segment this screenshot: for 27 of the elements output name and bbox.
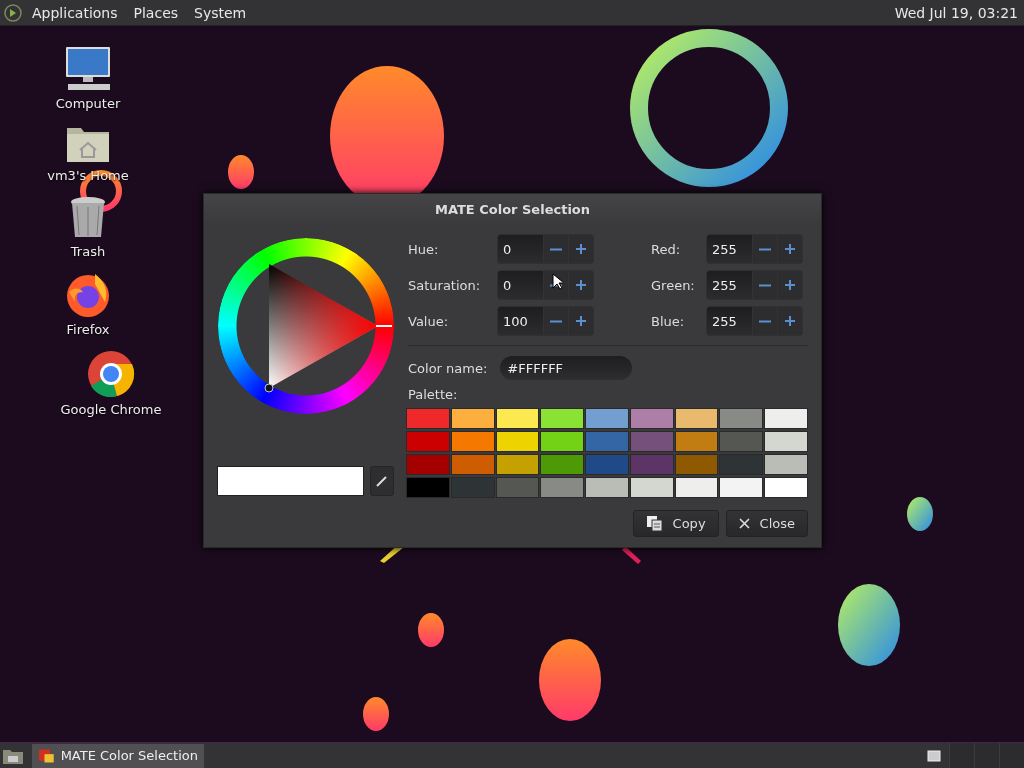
spin-field[interactable]: 0 xyxy=(497,270,594,300)
panel-menu[interactable]: Applications xyxy=(26,4,124,21)
field-label: Red: xyxy=(651,241,682,257)
field-label: Color name: xyxy=(408,360,488,376)
taskbar-button[interactable]: MATE Color Selection xyxy=(32,743,204,768)
spin-field[interactable]: 0 xyxy=(497,234,594,264)
field-label: Hue: xyxy=(408,241,440,257)
field-label: Green: xyxy=(651,277,696,293)
palette-label: Palette: xyxy=(408,387,459,402)
clock[interactable]: Wed Jul 19, 03:21 xyxy=(888,4,1020,21)
desktop-icon[interactable]: Google Chrome xyxy=(45,350,177,417)
spin-field[interactable]: 255 xyxy=(706,234,803,264)
field-label: Saturation: xyxy=(408,277,482,293)
desktop-icon[interactable]: Computer xyxy=(38,46,138,111)
desktop-icon[interactable]: Firefox xyxy=(38,272,138,337)
window-title: MATE Color Selection xyxy=(434,201,591,217)
spin-field[interactable]: 255 xyxy=(706,270,803,300)
field-label: Value: xyxy=(408,313,450,329)
copy-button[interactable]: Copy xyxy=(632,510,719,537)
field-label: Blue: xyxy=(651,313,686,329)
desktop-icon[interactable]: Trash xyxy=(38,196,138,259)
spin-field[interactable]: 255 xyxy=(706,306,803,336)
spin-field[interactable]: 100 xyxy=(497,306,594,336)
panel-menu[interactable]: System xyxy=(188,4,253,21)
panel-menu[interactable]: Places xyxy=(127,4,185,21)
close-button[interactable]: Close xyxy=(725,510,808,537)
color-name-field[interactable]: #FFFFFF xyxy=(500,356,633,380)
